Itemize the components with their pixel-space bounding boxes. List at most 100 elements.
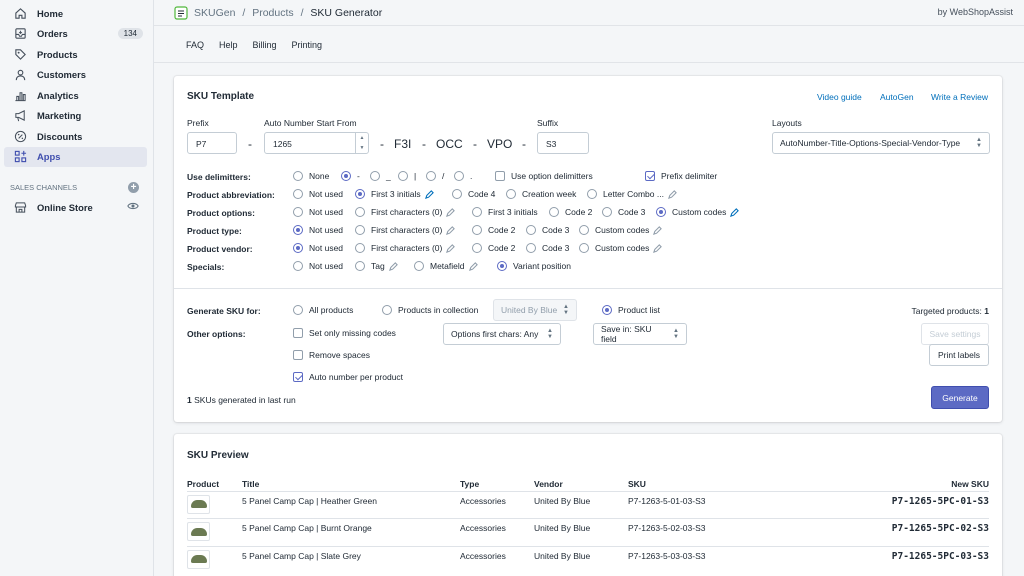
pencil-icon[interactable] — [446, 207, 456, 217]
gen-collection-radio[interactable]: Products in collection — [382, 305, 478, 315]
pencil-icon[interactable] — [446, 243, 456, 253]
type-code2-radio[interactable]: Code 2 — [472, 225, 515, 235]
delim-slash-radio[interactable]: / — [426, 171, 444, 181]
table-row[interactable]: 5 Panel Camp Cap | Slate Grey Accessorie… — [187, 545, 989, 574]
nav-online-store[interactable]: Online Store — [4, 197, 147, 217]
autonumber-checkbox[interactable]: Auto number per product — [293, 372, 403, 382]
suffix-input[interactable]: S3 — [537, 132, 589, 154]
abbr-notused-radio[interactable]: Not used — [293, 189, 343, 199]
product-thumbnail[interactable] — [187, 494, 210, 514]
subnav-printing[interactable]: Printing — [292, 40, 323, 50]
pencil-icon[interactable] — [388, 261, 398, 271]
opts-custom-radio[interactable]: Custom codes — [656, 207, 740, 217]
nav-products[interactable]: Products — [4, 44, 147, 65]
subnav-billing[interactable]: Billing — [253, 40, 277, 50]
vendor-code2-radio[interactable]: Code 2 — [472, 243, 515, 253]
type-custom-radio[interactable]: Custom codes — [579, 225, 663, 235]
pencil-icon[interactable] — [653, 243, 663, 253]
nav-analytics[interactable]: Analytics — [4, 85, 147, 106]
nav-marketing[interactable]: Marketing — [4, 106, 147, 127]
table-row[interactable]: 5 Panel Camp Cap | Heather Green Accesso… — [187, 490, 989, 519]
add-channel-icon[interactable]: + — [128, 181, 139, 193]
nav-customers[interactable]: Customers — [4, 65, 147, 86]
byline[interactable]: by WebShopAssist — [938, 7, 1013, 17]
opts-code3-radio[interactable]: Code 3 — [602, 207, 645, 217]
abbr-week-radio[interactable]: Creation week — [506, 189, 576, 199]
opts-code2-radio[interactable]: Code 2 — [549, 207, 592, 217]
delim-underscore-radio[interactable]: _ — [370, 171, 391, 181]
start-number-input[interactable]: 1265 — [264, 132, 369, 154]
use-option-delims-checkbox[interactable]: Use option delimitters — [495, 171, 593, 181]
nav-apps[interactable]: Apps — [4, 146, 147, 167]
table-row[interactable]: 5 Panel Camp Cap | Burnt Orange Accessor… — [187, 518, 989, 546]
abbr-lettercombo-radio[interactable]: Letter Combo ... — [587, 189, 677, 199]
product-thumbnail[interactable] — [187, 549, 210, 569]
missing-codes-checkbox[interactable]: Set only missing codes — [293, 328, 396, 338]
number-stepper-icon[interactable]: ▲ ▼ — [355, 133, 368, 153]
opts-notused-radio[interactable]: Not used — [293, 207, 343, 217]
delim-pipe-radio[interactable]: | — [398, 171, 416, 181]
specials-metafield-radio[interactable]: Metafield — [414, 261, 478, 271]
pencil-icon[interactable] — [667, 189, 677, 199]
opts-initials-radio[interactable]: First 3 initials — [472, 207, 538, 217]
options-chars-value: Options first chars: Any — [451, 329, 539, 339]
opts-firstchars-radio[interactable]: First characters (0) — [355, 207, 456, 217]
pencil-icon[interactable] — [424, 189, 434, 199]
pencil-icon[interactable] — [730, 207, 740, 217]
type-firstchars-radio[interactable]: First characters (0) — [355, 225, 456, 235]
save-settings-button[interactable]: Save settings — [921, 323, 989, 345]
template-title: SKU Template — [187, 91, 255, 102]
pencil-icon[interactable] — [468, 261, 478, 271]
delim-none-radio[interactable]: None — [293, 171, 329, 181]
type-code3-radio[interactable]: Code 3 — [526, 225, 569, 235]
gen-list-radio[interactable]: Product list — [602, 305, 660, 315]
radio-label: First 3 initials — [371, 189, 421, 199]
specials-variant-radio[interactable]: Variant position — [497, 261, 571, 271]
print-labels-button[interactable]: Print labels — [929, 344, 989, 366]
write-review-link[interactable]: Write a Review — [931, 92, 988, 102]
nav-home[interactable]: Home — [4, 3, 147, 24]
vendor-custom-radio[interactable]: Custom codes — [579, 243, 663, 253]
generate-button[interactable]: Generate — [931, 386, 989, 409]
vendor-firstchars-radio[interactable]: First characters (0) — [355, 243, 456, 253]
pencil-icon[interactable] — [653, 225, 663, 235]
crumb-app[interactable]: SKUGen — [194, 7, 235, 19]
video-guide-link[interactable]: Video guide — [817, 92, 862, 102]
vendor-notused-radio[interactable]: Not used — [293, 243, 343, 253]
autogen-link[interactable]: AutoGen — [880, 92, 914, 102]
prefix-input[interactable]: P7 — [187, 132, 237, 154]
product-thumbnail[interactable] — [187, 522, 210, 541]
sidebar: Home Orders 134 Products Customers Analy… — [0, 0, 154, 576]
nav-orders[interactable]: Orders 134 — [4, 24, 147, 45]
layouts-value: AutoNumber-Title-Options-Special-Vendor-… — [780, 138, 961, 148]
token-vendor: VPO — [487, 137, 513, 151]
save-in-select[interactable]: Save in: SKU field ▲ ▼ — [593, 323, 687, 345]
abbr-initials-radio[interactable]: First 3 initials — [355, 189, 434, 199]
cap-image — [190, 555, 207, 563]
breadcrumb-bar: SKUGen / Products / SKU Generator by Web… — [154, 0, 1024, 26]
nav-discounts[interactable]: Discounts — [4, 126, 147, 147]
collection-select[interactable]: United By Blue ▲ ▼ — [493, 299, 577, 321]
remove-spaces-checkbox[interactable]: Remove spaces — [293, 350, 370, 360]
pencil-icon[interactable] — [446, 225, 456, 235]
abbr-code4-radio[interactable]: Code 4 — [452, 189, 495, 199]
section-divider — [174, 288, 1002, 289]
options-chars-select[interactable]: Options first chars: Any ▲ ▼ — [443, 323, 561, 345]
vendor-code3-radio[interactable]: Code 3 — [526, 243, 569, 253]
layouts-select[interactable]: AutoNumber-Title-Options-Special-Vendor-… — [772, 132, 990, 154]
specials-notused-radio[interactable]: Not used — [293, 261, 343, 271]
delim-dash-radio[interactable]: - — [341, 171, 360, 181]
radio-label: First characters — [371, 225, 430, 235]
specials-tag-radio[interactable]: Tag — [355, 261, 398, 271]
subnav-help[interactable]: Help — [219, 40, 238, 50]
options-label: Product options: — [187, 208, 255, 218]
new-sku-cell: P7-1265-5PC-01-S3 — [788, 490, 989, 519]
radio-label: Tag — [371, 261, 385, 271]
eye-icon[interactable] — [127, 201, 139, 213]
type-notused-radio[interactable]: Not used — [293, 225, 343, 235]
delim-dot-radio[interactable]: . — [454, 171, 472, 181]
gen-all-radio[interactable]: All products — [293, 305, 353, 315]
subnav-faq[interactable]: FAQ — [186, 40, 204, 50]
crumb-products[interactable]: Products — [252, 7, 293, 19]
prefix-delim-checkbox[interactable]: Prefix delimiter — [645, 171, 717, 181]
